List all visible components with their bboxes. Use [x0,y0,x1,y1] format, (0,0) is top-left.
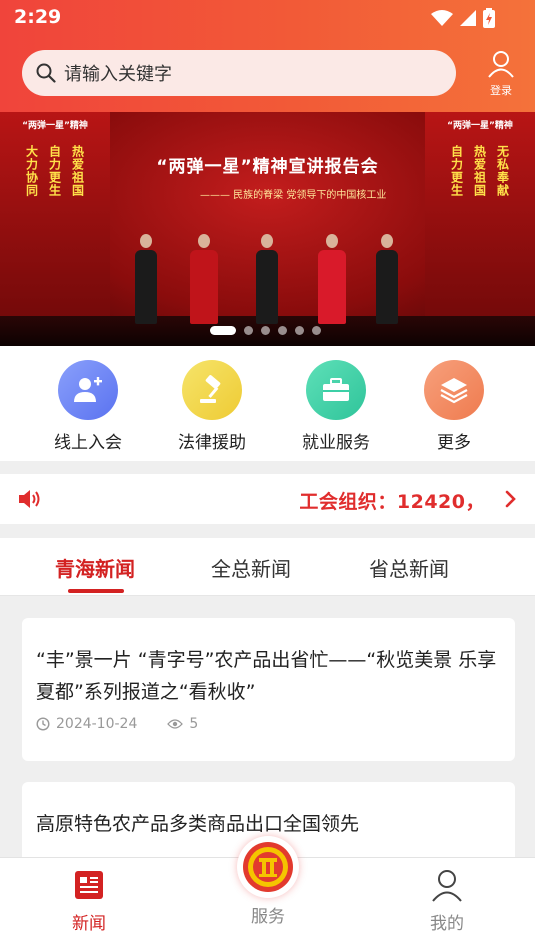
wifi-icon [431,10,453,26]
quick-action-more[interactable]: 更多 [404,360,504,453]
carousel-dot[interactable] [244,326,253,335]
active-tab-indicator [68,589,124,593]
pillar-heading: “两弹一星”精神 [447,121,513,131]
news-views: 5 [189,716,199,732]
news-card[interactable]: “丰”景一片 “青字号”农产品出省忙——“秋览美景 乐享夏都”系列报道之“看秋收… [22,618,515,761]
nav-label: 服务 [251,907,285,927]
nav-profile[interactable]: 我的 [426,868,468,934]
quick-action-join-union[interactable]: 线上入会 [38,360,138,453]
banner-person [190,234,218,324]
banner-person [376,234,398,324]
quick-actions: 线上入会 法律援助 就业服务 更多 [0,346,535,461]
banner-carousel[interactable]: “两弹一星”精神 大力协同 自力更生 热爱祖国 “两弹一星”精神 自力更生 热爱… [0,112,535,346]
signal-icon [460,10,476,26]
speaker-icon [19,490,40,508]
quick-action-label: 就业服务 [302,433,370,453]
news-tabs: 青海新闻 全总新闻 省总新闻 [0,538,535,596]
news-icon [75,871,103,899]
nav-service-label-wrap[interactable]: 服务 [248,902,288,927]
tab-qinghai-news[interactable]: 青海新闻 [55,553,135,582]
status-time: 2:29 [14,6,62,28]
banner-title: “两弹一星”精神宣讲报告会 [156,157,379,177]
banner-subtitle: ——— 民族的脊梁 党领导下的中国核工业 [200,190,387,201]
carousel-dot[interactable] [261,326,270,335]
search-icon [36,63,56,83]
news-meta: 2024-10-24 5 [36,716,198,732]
status-icons [431,8,495,28]
briefcase-icon [306,360,366,420]
union-emblem-icon [243,842,293,892]
banner-pillar-right: “两弹一星”精神 自力更生 热爱祖国 无私奉献 [425,112,535,346]
carousel-dots [210,326,321,335]
notice-bar[interactable]: 工会组织：12420， [0,474,535,524]
nav-service[interactable] [237,836,299,898]
status-bar: 2:29 [0,0,535,38]
carousel-dot[interactable] [210,326,236,335]
search-input[interactable]: 请输入关键字 [22,50,456,96]
chevron-right-icon[interactable] [505,490,517,508]
nav-news[interactable]: 新闻 [68,868,110,934]
nav-label: 我的 [430,914,464,934]
banner-person [318,234,346,324]
quick-action-label: 更多 [437,433,471,453]
login-label: 登录 [490,84,512,97]
eye-icon [167,719,184,729]
gavel-icon [182,360,242,420]
quick-action-label: 法律援助 [178,433,246,453]
banner-pillar-left: “两弹一星”精神 大力协同 自力更生 热爱祖国 [0,112,110,346]
pillar-heading: “两弹一星”精神 [22,121,88,131]
carousel-dot[interactable] [312,326,321,335]
carousel-dot[interactable] [278,326,287,335]
search-placeholder: 请输入关键字 [64,64,172,85]
user-icon [432,870,462,902]
user-add-icon [58,360,118,420]
user-icon [488,51,514,78]
carousel-dot[interactable] [295,326,304,335]
banner-person [135,234,157,324]
tab-national-news[interactable]: 全总新闻 [211,553,291,582]
battery-icon [483,8,495,28]
header-bar: 2:29 请输入关键字 登录 [0,0,535,112]
tab-provincial-news[interactable]: 省总新闻 [369,553,449,582]
login-button[interactable]: 登录 [480,50,522,98]
nav-label: 新闻 [72,914,106,934]
quick-action-employment[interactable]: 就业服务 [286,360,386,453]
quick-action-legal-aid[interactable]: 法律援助 [162,360,262,453]
quick-action-label: 线上入会 [54,433,122,453]
news-title: “丰”景一片 “青字号”农产品出省忙——“秋览美景 乐享夏都”系列报道之“看秋收… [36,649,497,703]
notice-text: 工会组织：12420， [299,491,485,513]
clock-icon [36,717,50,731]
banner-person [256,234,278,324]
layers-icon [424,360,484,420]
news-date: 2024-10-24 [56,716,138,732]
